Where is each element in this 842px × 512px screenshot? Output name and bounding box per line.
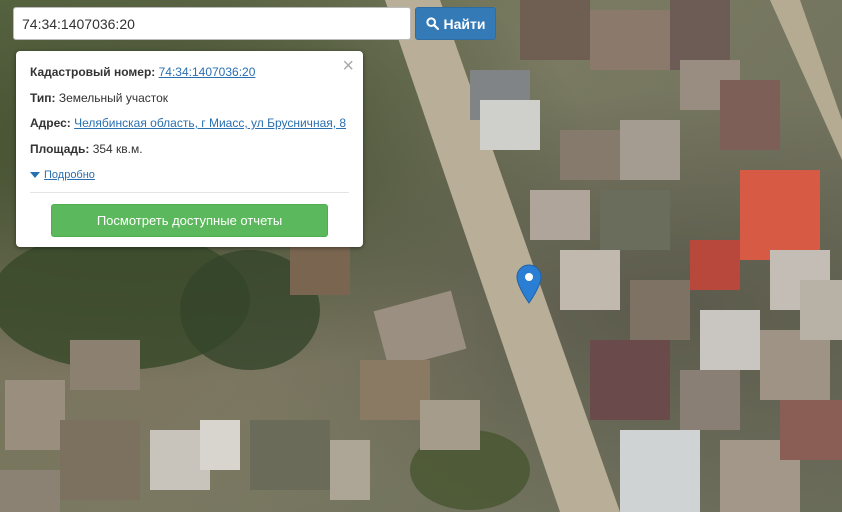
search-button-label: Найти <box>443 15 486 32</box>
address-row: Адрес: Челябинская область, г Миасс, ул … <box>30 116 349 142</box>
details-toggle[interactable]: Подробно <box>30 168 95 182</box>
area-row: Площадь: 354 кв.м. <box>30 142 349 168</box>
address-link[interactable]: Челябинская область, г Миасс, ул Бруснич… <box>74 116 346 130</box>
parcel-info-popup: × Кадастровый номер: 74:34:1407036:20 Ти… <box>16 51 363 247</box>
address-label: Адрес: <box>30 116 71 130</box>
area-value: 354 кв.м. <box>92 141 143 156</box>
view-reports-button[interactable]: Посмотреть доступные отчеты <box>51 204 328 237</box>
view-reports-label: Посмотреть доступные отчеты <box>96 213 283 228</box>
type-label: Тип: <box>30 90 56 105</box>
search-input[interactable] <box>13 7 411 40</box>
type-value: Земельный участок <box>58 90 169 105</box>
area-label: Площадь: <box>30 141 90 156</box>
map-pin-icon[interactable] <box>516 264 542 304</box>
cadastral-link[interactable]: 74:34:1407036:20 <box>159 65 256 79</box>
close-icon[interactable]: × <box>342 55 354 77</box>
search-button[interactable]: Найти <box>415 7 496 40</box>
cadastral-row: Кадастровый номер: 74:34:1407036:20 <box>30 65 349 91</box>
cadastral-label: Кадастровый номер: <box>30 65 156 79</box>
details-label: Подробно <box>44 169 95 181</box>
divider <box>30 192 349 193</box>
type-row: Тип: Земельный участок <box>30 91 349 117</box>
search-icon <box>425 17 439 30</box>
caret-down-icon <box>30 172 40 178</box>
